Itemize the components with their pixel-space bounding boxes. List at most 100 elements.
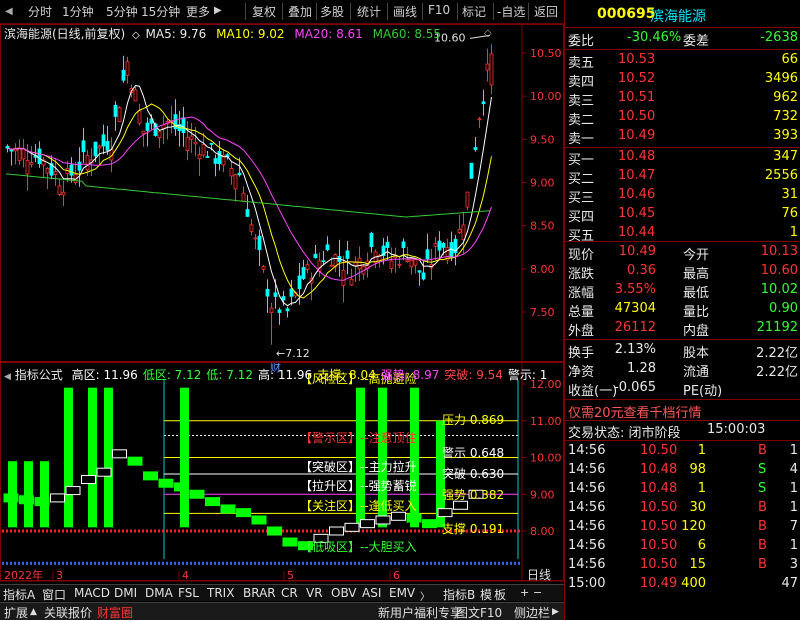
tab-brar[interactable]: BRAR xyxy=(243,586,276,600)
restore-rights-button[interactable]: 复权 xyxy=(252,3,276,20)
tick-time: 14:56 xyxy=(568,538,606,553)
more-arrow-icon[interactable]: ▶ xyxy=(214,5,222,16)
tab-1min[interactable]: 1分钟 xyxy=(62,3,94,20)
candle-body xyxy=(245,209,250,217)
tab-board[interactable]: 板 xyxy=(494,586,506,603)
stat2-row: 换手 2.13% 股本 2.22亿 xyxy=(565,341,800,361)
candle-body xyxy=(81,140,86,153)
tick-price: 10.50 xyxy=(640,519,678,534)
tick-time: 14:56 xyxy=(568,481,606,496)
stat-value: 3.55% xyxy=(614,282,656,297)
tab-fsl[interactable]: FSL xyxy=(178,586,199,600)
tick-row: 14:56 10.50 6 B 1 xyxy=(565,537,800,557)
multi-stock-button[interactable]: 多股 xyxy=(320,3,344,20)
tick-price: 10.48 xyxy=(640,481,678,496)
tick-price: 10.50 xyxy=(640,557,678,572)
tick-time: 14:56 xyxy=(568,500,606,515)
f10-graphic-button[interactable]: 图文F10 xyxy=(456,604,502,620)
tick-price: 10.50 xyxy=(640,443,678,458)
tab-indicator-b[interactable]: 指标B xyxy=(443,586,475,603)
level-label: 压力 0.869 xyxy=(442,413,504,427)
tabs-next-icon[interactable]: 〉 xyxy=(420,588,430,603)
candle-body xyxy=(421,272,426,280)
candle-body xyxy=(97,145,102,149)
candle-body xyxy=(289,288,294,297)
ask-price: 10.52 xyxy=(618,71,656,86)
candle-body xyxy=(181,117,186,134)
related-quote-button[interactable]: 关联报价 xyxy=(44,604,92,620)
tick-count: 1 xyxy=(789,443,798,458)
tab-macd[interactable]: MACD xyxy=(74,586,110,600)
candle-body xyxy=(489,53,494,86)
step-block xyxy=(391,511,406,521)
y-tick-label: 10.50 xyxy=(530,47,562,60)
sidebar-button[interactable]: 侧边栏 xyxy=(514,604,550,620)
tabs-minus-icon[interactable]: − xyxy=(533,586,542,599)
tick-volume: 98 xyxy=(689,462,706,477)
low-label: ←7.12 xyxy=(276,347,310,360)
add-watchlist-button[interactable]: -自选 xyxy=(497,3,525,20)
step-block xyxy=(205,497,220,507)
tab-dma[interactable]: DMA xyxy=(145,586,173,600)
tab-indicator-a[interactable]: 指标A xyxy=(3,586,35,603)
zone-label: 【拉升区】--强势蓄锐 xyxy=(300,478,417,493)
stat-label: 量比 xyxy=(683,305,710,320)
tab-obv[interactable]: OBV xyxy=(331,586,357,600)
new-user-promo-link[interactable]: 新用户福利专享 xyxy=(378,604,462,620)
tab-cr[interactable]: CR xyxy=(281,586,298,600)
tab-dmi[interactable]: DMI xyxy=(114,586,137,600)
candle-body xyxy=(9,149,14,152)
tab-vr[interactable]: VR xyxy=(306,586,323,600)
candle-body xyxy=(37,148,42,165)
tab-more[interactable]: 更多 xyxy=(186,3,210,20)
overlay-button[interactable]: 叠加 xyxy=(288,3,312,20)
expand-icon[interactable]: ◀ xyxy=(5,6,13,17)
stat-label: 涨幅 xyxy=(568,286,595,301)
f10-button[interactable]: F10 xyxy=(428,3,450,17)
candle-body xyxy=(425,249,430,260)
promo-banner[interactable]: 仅需20元查看千档行情 xyxy=(565,401,800,421)
tab-template[interactable]: 模 xyxy=(480,586,492,603)
tick-direction: S xyxy=(758,481,767,496)
draw-line-button[interactable]: 画线 xyxy=(393,3,417,20)
candle-body xyxy=(281,296,286,301)
step-block xyxy=(236,508,251,518)
candle-body xyxy=(233,174,238,190)
tabs-plus-icon[interactable]: + xyxy=(520,586,529,599)
expand-button[interactable]: 扩展 xyxy=(4,604,28,620)
stat-label: 换手 xyxy=(568,346,595,361)
tab-window[interactable]: 窗口 xyxy=(42,586,66,603)
ma10-value: MA10: 9.02 xyxy=(216,27,285,41)
tab-emv[interactable]: EMV xyxy=(389,586,415,600)
period-toolbar: ◀ 分时 1分钟 5分钟 15分钟 更多 ▶ 复权 叠加 多股 统计 画线 F1… xyxy=(0,0,564,24)
back-button[interactable]: 返回 xyxy=(534,3,558,20)
stat-value: 0.36 xyxy=(627,263,656,278)
candle-body xyxy=(481,101,486,105)
candle-body xyxy=(157,131,162,139)
stock-title: 滨海能源(日线,前复权) xyxy=(4,27,126,41)
tab-trix[interactable]: TRIX xyxy=(207,586,234,600)
tab-asi[interactable]: ASI xyxy=(362,586,381,600)
tab-5min[interactable]: 5分钟 xyxy=(106,3,138,20)
quote-header: 000695 滨海能源 xyxy=(565,5,800,27)
kline-chart-area[interactable]: 10.5010.009.509.008.508.007.5010.60←7.12… xyxy=(0,24,564,596)
indicator-title: 指标公式 xyxy=(14,368,63,382)
tab-intraday[interactable]: 分时 xyxy=(28,3,52,20)
step-block xyxy=(81,475,96,485)
stat-label: 外盘 xyxy=(568,324,595,339)
tick-row: 14:56 10.50 30 B 1 xyxy=(565,499,800,519)
mark-button[interactable]: 标记 xyxy=(462,3,486,20)
candle-body xyxy=(313,253,318,259)
candle-body xyxy=(273,292,278,297)
candle-body xyxy=(469,162,474,179)
signal-bar xyxy=(180,387,189,528)
indicator-collapse-icon[interactable]: ◀ xyxy=(4,372,11,382)
stat-label: 现价 xyxy=(568,248,595,263)
step-block xyxy=(34,497,50,507)
candle-body xyxy=(297,275,302,290)
bid-row: 买四 10.45 76 xyxy=(565,205,800,225)
statistics-button[interactable]: 统计 xyxy=(357,3,381,20)
wealth-circle-button[interactable]: 财富圈 xyxy=(97,604,133,620)
tab-15min[interactable]: 15分钟 xyxy=(141,3,180,20)
step-block xyxy=(251,515,267,525)
